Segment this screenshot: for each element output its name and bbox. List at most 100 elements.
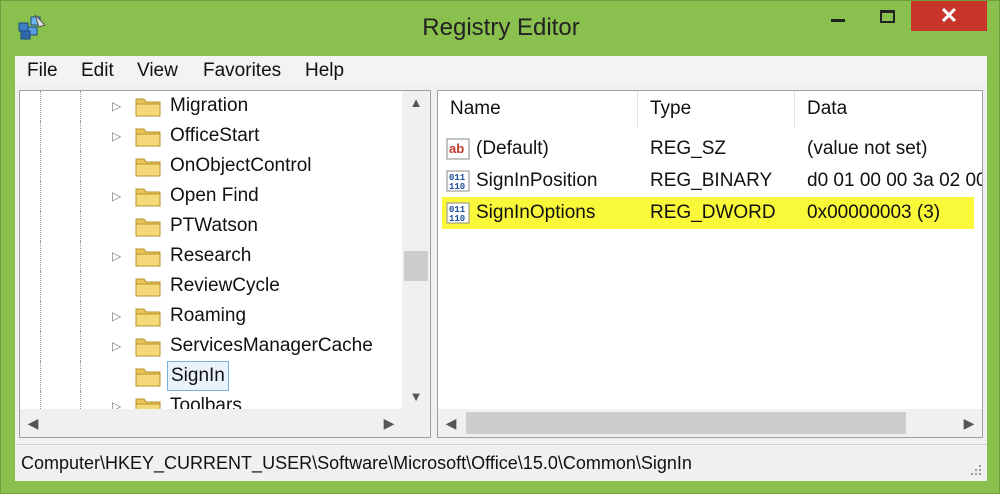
expand-arrow-icon[interactable]: ▷ xyxy=(112,189,124,203)
minimize-icon xyxy=(831,19,845,22)
folder-icon xyxy=(135,335,161,357)
value-data: (value not set) xyxy=(807,138,928,159)
tree-guide-line xyxy=(80,241,82,271)
binary-value-icon: 011 110 xyxy=(446,170,470,192)
tree-item[interactable]: OnObjectControl xyxy=(20,151,400,181)
tree-guide-line xyxy=(40,331,42,361)
tree-guide-line xyxy=(40,91,42,121)
maximize-icon xyxy=(880,10,895,23)
status-path: Computer\HKEY_CURRENT_USER\Software\Micr… xyxy=(21,453,692,473)
tree-item[interactable]: ▷ Migration xyxy=(20,91,400,121)
value-type: REG_SZ xyxy=(650,138,727,159)
tree-guide-line xyxy=(80,151,82,181)
minimize-button[interactable] xyxy=(814,1,862,31)
tree-guide-line xyxy=(40,271,42,301)
value-data: 0x00000003 (3) xyxy=(807,202,941,223)
tree-guide-line xyxy=(40,151,42,181)
tree-item[interactable]: ▷ OfficeStart xyxy=(20,121,400,151)
value-row[interactable]: ab (Default) REG_SZ (value not set) xyxy=(438,133,982,165)
folder-icon xyxy=(135,95,161,117)
tree-item-label: Migration xyxy=(170,95,249,116)
column-header-name[interactable]: Name xyxy=(438,91,638,127)
column-header-type[interactable]: Type xyxy=(638,91,795,127)
folder-icon xyxy=(135,305,161,327)
column-header-data[interactable]: Data xyxy=(795,91,982,127)
value-type: REG_BINARY xyxy=(650,170,773,191)
scroll-right-icon[interactable]: ▶ xyxy=(376,409,402,437)
svg-text:110: 110 xyxy=(449,182,465,192)
scroll-down-icon[interactable]: ▼ xyxy=(402,385,430,409)
scroll-left-icon[interactable]: ◀ xyxy=(438,409,464,437)
folder-icon xyxy=(135,215,161,237)
expand-arrow-icon[interactable]: ▷ xyxy=(112,129,124,143)
tree-item-label: OnObjectControl xyxy=(170,155,312,176)
tree-horizontal-scrollbar[interactable]: ◀ ▶ xyxy=(20,409,402,437)
menu-file[interactable]: File xyxy=(27,56,58,86)
tree-item-label: Open Find xyxy=(170,185,259,206)
tree-item[interactable]: ▷ Research xyxy=(20,241,400,271)
value-name: SignInPosition xyxy=(476,170,598,191)
value-row[interactable]: 011 110 SignInPosition REG_BINARY d0 01 00 0… xyxy=(438,165,983,197)
scroll-right-icon[interactable]: ▶ xyxy=(956,409,982,437)
menu-bar: File Edit View Favorites Help xyxy=(15,56,987,86)
tree-guide-line xyxy=(80,121,82,151)
title-bar[interactable]: Registry Editor ✕ xyxy=(1,1,1000,53)
scrollbar-corner xyxy=(402,409,430,437)
tree-guide-line xyxy=(80,361,82,391)
tree-vertical-scrollbar[interactable]: ▲ ▼ xyxy=(402,91,430,409)
tree-guide-line xyxy=(80,91,82,121)
menu-help[interactable]: Help xyxy=(305,56,344,86)
value-data: d0 01 00 00 3a 02 00 xyxy=(807,170,983,191)
expand-arrow-icon[interactable]: ▷ xyxy=(112,249,124,263)
folder-icon xyxy=(135,155,161,177)
tree-guide-line xyxy=(40,211,42,241)
client-area: ▷ Migration ▷ OfficeStart OnObjectControl ▷ Op… xyxy=(15,86,987,481)
tree-item[interactable]: PTWatson xyxy=(20,211,400,241)
tree-item[interactable]: ▷ Roaming xyxy=(20,301,400,331)
scroll-left-icon[interactable]: ◀ xyxy=(20,409,46,437)
tree-guide-line xyxy=(40,181,42,211)
close-button[interactable]: ✕ xyxy=(911,1,987,31)
value-name: SignInOptions xyxy=(476,202,596,223)
tree-guide-line xyxy=(40,121,42,151)
svg-text:110: 110 xyxy=(449,214,465,224)
tree-guide-line xyxy=(40,241,42,271)
binary-value-icon: 011 110 xyxy=(446,202,470,224)
tree-vertical-scroll-thumb[interactable] xyxy=(404,251,428,281)
key-tree-pane[interactable]: ▷ Migration ▷ OfficeStart OnObjectControl ▷ Op… xyxy=(19,90,431,438)
tree-item[interactable]: ReviewCycle xyxy=(20,271,400,301)
tree-guide-line xyxy=(40,301,42,331)
values-horizontal-scroll-thumb[interactable] xyxy=(466,412,906,434)
tree-item[interactable]: ▷ Open Find xyxy=(20,181,400,211)
folder-icon xyxy=(135,365,161,387)
tree-item-label: Research xyxy=(170,245,252,266)
svg-text:ab: ab xyxy=(449,141,464,156)
tree-guide-line xyxy=(80,181,82,211)
expand-arrow-icon[interactable]: ▷ xyxy=(112,339,124,353)
maximize-button[interactable] xyxy=(863,1,911,31)
tree-guide-line xyxy=(80,301,82,331)
folder-icon xyxy=(135,185,161,207)
value-name: (Default) xyxy=(476,138,549,159)
menu-edit[interactable]: Edit xyxy=(81,56,114,86)
resize-grip-icon[interactable] xyxy=(969,463,983,477)
menu-favorites[interactable]: Favorites xyxy=(203,56,281,86)
folder-icon xyxy=(135,275,161,297)
values-list-pane[interactable]: Name Type Data ab (Default) REG_SZ (value n… xyxy=(437,90,983,438)
string-value-icon: ab xyxy=(446,138,470,160)
tree-item[interactable]: SignIn xyxy=(20,361,400,391)
tree-item-label: Roaming xyxy=(170,305,247,326)
expand-arrow-icon[interactable]: ▷ xyxy=(112,309,124,323)
expand-arrow-icon[interactable]: ▷ xyxy=(112,99,124,113)
value-row[interactable]: 011 110 SignInOptions REG_DWORD 0x00000003 (… xyxy=(442,197,974,229)
menu-view[interactable]: View xyxy=(137,56,178,86)
scroll-up-icon[interactable]: ▲ xyxy=(402,91,430,115)
values-horizontal-scrollbar[interactable]: ◀ ▶ xyxy=(438,409,982,437)
tree-guide-line xyxy=(80,211,82,241)
tree-item-label: ServicesManagerCache xyxy=(170,335,373,356)
value-type: REG_DWORD xyxy=(650,202,776,223)
tree-item[interactable]: ▷ ServicesManagerCache xyxy=(20,331,400,361)
folder-icon xyxy=(135,245,161,267)
registry-editor-window: Registry Editor ✕ File Edit View Favorit… xyxy=(0,0,1000,494)
tree-item-label: PTWatson xyxy=(170,215,258,236)
